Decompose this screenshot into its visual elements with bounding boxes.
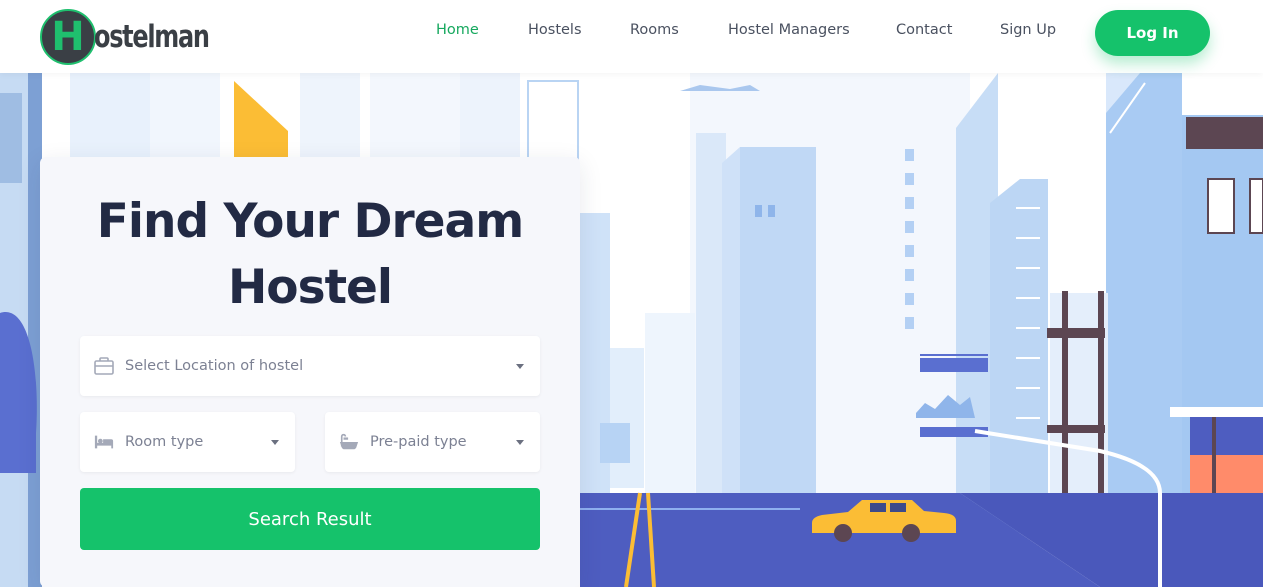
search-card: Find Your Dream Hostel Select Location o…	[40, 157, 580, 587]
site-header: H ostelman Home Hostels Rooms Hostel Man…	[0, 0, 1263, 73]
nav-sign-up[interactable]: Sign Up	[1000, 22, 1056, 38]
location-select[interactable]: Select Location of hostel	[80, 336, 540, 396]
logo-wordmark: ostelman	[94, 19, 210, 55]
brand-logo[interactable]: H ostelman	[40, 9, 227, 65]
chevron-down-icon	[516, 364, 524, 369]
room-type-label: Room type	[125, 434, 204, 450]
search-result-button[interactable]: Search Result	[80, 488, 540, 550]
briefcase-icon	[94, 357, 114, 375]
login-button[interactable]: Log In	[1095, 10, 1210, 56]
nav-rooms[interactable]: Rooms	[630, 22, 679, 38]
hero-title-line-1: Find Your Dream	[96, 194, 524, 249]
nav-hostels[interactable]: Hostels	[528, 22, 582, 38]
bathtub-icon	[339, 433, 359, 450]
prepaid-type-label: Pre-paid type	[370, 434, 467, 450]
nav-hostel-managers[interactable]: Hostel Managers	[728, 22, 850, 38]
hero-title-line-2: Hostel	[227, 260, 393, 315]
nav-home[interactable]: Home	[436, 22, 479, 38]
logo-badge: H	[40, 9, 96, 65]
chevron-down-icon	[516, 440, 524, 445]
chevron-down-icon	[271, 440, 279, 445]
bed-icon	[94, 435, 114, 449]
hero-title: Find Your Dream Hostel	[40, 189, 580, 321]
location-select-label: Select Location of hostel	[125, 358, 304, 374]
prepaid-type-select[interactable]: Pre-paid type	[325, 412, 540, 472]
room-type-select[interactable]: Room type	[80, 412, 295, 472]
nav-contact[interactable]: Contact	[896, 22, 952, 38]
